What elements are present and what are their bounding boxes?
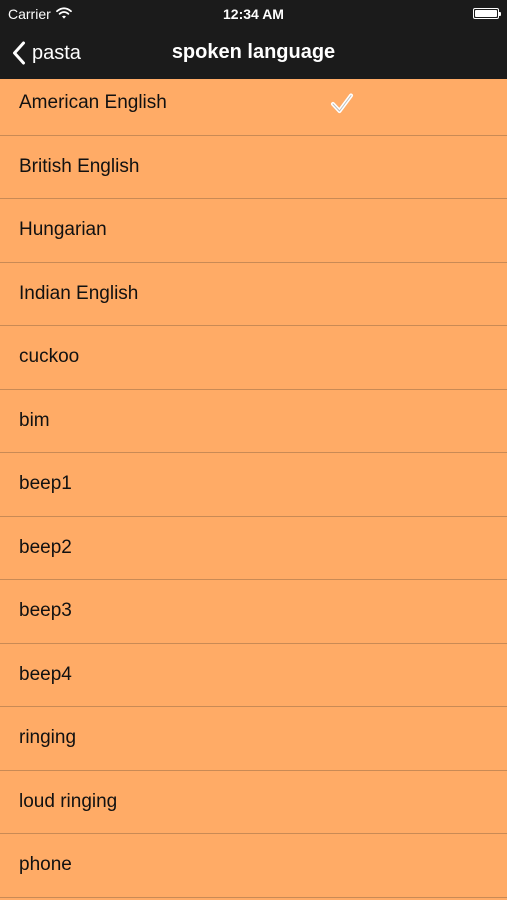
language-list: American English British English Hungari…: [0, 72, 507, 898]
list-item[interactable]: ringing: [0, 707, 507, 771]
list-item[interactable]: cuckoo: [0, 326, 507, 390]
checkmark-icon: [331, 93, 353, 113]
list-item-label: American English: [19, 92, 167, 114]
chevron-left-icon: [13, 41, 25, 65]
list-item[interactable]: British English: [0, 136, 507, 199]
list-item-label: Indian English: [19, 282, 139, 304]
list-item-label: beep2: [19, 536, 72, 558]
list-item-label: loud ringing: [19, 790, 118, 812]
status-bar: Carrier 12:34 AM: [0, 0, 507, 28]
list-item[interactable]: bim: [0, 390, 507, 453]
list-item-label: cuckoo: [19, 346, 80, 368]
list-item[interactable]: beep2: [0, 517, 507, 580]
list-item-label: Hungarian: [19, 219, 107, 241]
list-item[interactable]: beep3: [0, 580, 507, 644]
back-button[interactable]: pasta: [12, 38, 81, 68]
battery-icon: [473, 8, 501, 19]
list-item-label: beep1: [19, 473, 72, 495]
list-item[interactable]: beep4: [0, 644, 507, 707]
status-time: 12:34 AM: [223, 6, 284, 22]
list-item-label: phone: [19, 854, 72, 876]
back-button-label: pasta: [32, 41, 81, 64]
list-item[interactable]: Hungarian: [0, 199, 507, 263]
list-item[interactable]: phone: [0, 834, 507, 898]
list-item-label: British English: [19, 155, 140, 177]
list-item[interactable]: beep1: [0, 453, 507, 517]
list-item-label: beep3: [19, 600, 72, 622]
list-item-label: ringing: [19, 727, 77, 749]
list-item[interactable]: Indian English: [0, 263, 507, 326]
list-item[interactable]: American English: [0, 72, 507, 136]
list-item-label: bim: [19, 409, 50, 431]
list-item[interactable]: loud ringing: [0, 771, 507, 834]
list-item-label: beep4: [19, 663, 72, 685]
